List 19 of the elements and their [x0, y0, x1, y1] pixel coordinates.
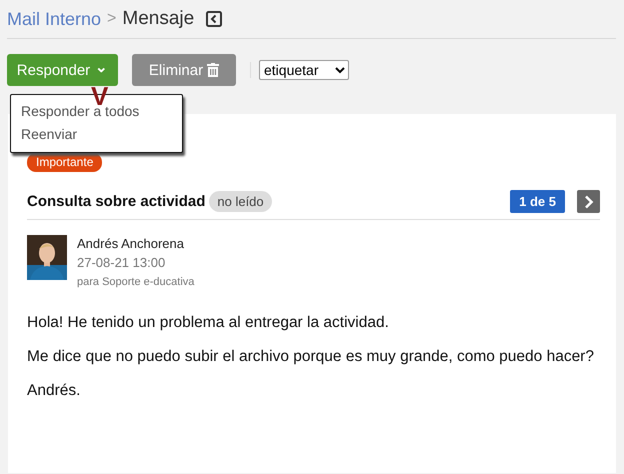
menu-item[interactable]: Reenviar	[11, 123, 182, 146]
back-icon[interactable]	[206, 11, 222, 27]
page-title: Mensaje	[122, 8, 194, 30]
chevron-right-icon	[584, 194, 594, 208]
sender-name: Andrés Anchorena	[77, 235, 185, 253]
message-paragraph: Andrés.	[27, 382, 82, 400]
label-dropdown[interactable]: etiquetar	[259, 60, 349, 80]
next-button[interactable]	[577, 190, 600, 213]
message-paragraph: Me dice que no puedo subir el archivo porque es muy grande, como puedo hacer?	[27, 348, 595, 366]
recipient-text: para Soporte e-ducativa	[77, 275, 194, 290]
message-subject: Consulta sobre actividad	[27, 193, 206, 210]
status-badge: no leído	[209, 191, 272, 212]
message-date: 27-08-21 13:00	[77, 254, 166, 272]
message-paragraph: Hola! He tenido un problema al entregar la actividad.	[27, 314, 390, 332]
trash-icon	[207, 63, 220, 77]
breadcrumb-link[interactable]: Mail Interno	[7, 8, 102, 30]
pager-badge: 1 de 5	[510, 190, 565, 213]
tag-badge: Importante	[27, 153, 102, 172]
breadcrumb-separator: >	[107, 10, 116, 28]
